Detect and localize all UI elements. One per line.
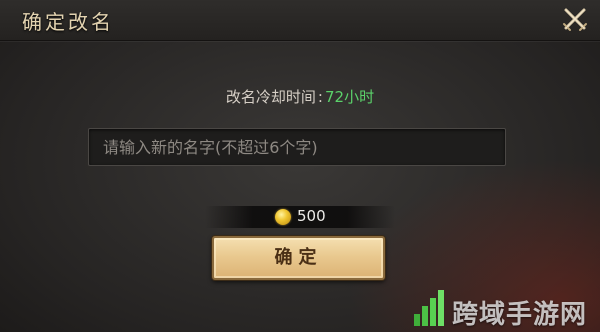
rename-cooldown: 改名冷却时间:72小时 — [0, 86, 600, 107]
dialog-titlebar: 确定改名 — [0, 0, 600, 41]
crossed-swords-close-icon — [563, 8, 587, 31]
rename-dialog: 确定改名 改名冷却时间:72小时 500 确定 — [0, 0, 600, 332]
gold-coin-icon — [275, 209, 291, 225]
green-bars-logo-icon — [414, 290, 444, 326]
site-watermark: 跨域手游网 — [412, 286, 597, 330]
dialog-title: 确定改名 — [22, 10, 114, 34]
confirm-button[interactable]: 确定 — [212, 236, 385, 280]
close-button[interactable] — [560, 4, 590, 34]
cost-amount: 500 — [297, 207, 326, 225]
cooldown-separator: : — [317, 88, 323, 106]
cooldown-label: 改名冷却时间 — [225, 88, 316, 106]
rename-cost: 500 — [205, 206, 395, 228]
watermark-text: 跨域手游网 — [452, 300, 588, 330]
new-name-input[interactable] — [88, 128, 506, 166]
cooldown-value: 72小时 — [324, 88, 375, 106]
